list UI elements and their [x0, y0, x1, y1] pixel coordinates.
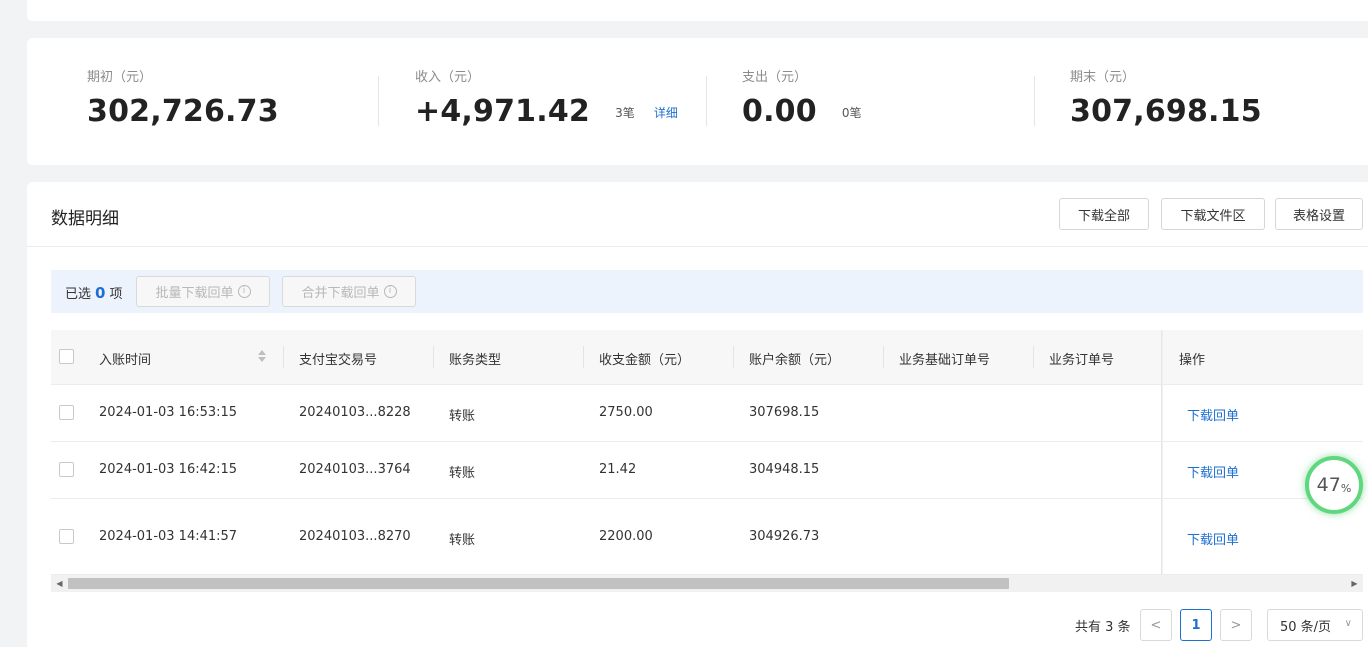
column-divider — [433, 346, 434, 368]
cell-trade-no: 20240103...8270 — [299, 529, 411, 544]
top-card — [27, 0, 1368, 21]
cell-trade-no: 20240103...3764 — [299, 462, 411, 477]
table-row: 2024-01-03 14:41:57 20240103...8270 转账 2… — [51, 499, 1363, 575]
selection-count: 0 — [95, 284, 106, 302]
closing-value: 307,698.15 — [1070, 94, 1262, 129]
cell-type: 转账 — [449, 409, 476, 424]
cell-balance: 307698.15 — [749, 405, 820, 420]
column-divider — [583, 346, 584, 368]
table-header: 入账时间 支付宝交易号 账务类型 收支金额（元） 账户余额（元） 业务基础订单号… — [51, 330, 1363, 385]
cell-amount: 21.42 — [599, 462, 637, 477]
cell-time: 2024-01-03 14:41:57 — [99, 529, 238, 544]
column-header-type: 账务类型 — [449, 353, 502, 368]
selection-bar: 已选 0 项 批量下载回单 i 合并下载回单 i — [51, 270, 1363, 313]
progress-value: 47 — [1316, 474, 1341, 496]
income-label: 收入（元） — [415, 70, 481, 85]
scroll-thumb[interactable] — [68, 578, 1009, 589]
download-receipt-link[interactable]: 下载回单 — [1187, 462, 1239, 481]
income-stat: 收入（元） +4,971.42 3笔 详细 — [415, 66, 678, 129]
total-count: 共有 3 条 — [1075, 620, 1131, 635]
chevron-left-icon: < — [1150, 617, 1162, 633]
divider — [378, 76, 379, 126]
table-settings-button[interactable]: 表格设置 — [1275, 198, 1363, 230]
prev-page-button[interactable]: < — [1140, 609, 1172, 641]
cell-time: 2024-01-03 16:53:15 — [99, 405, 238, 420]
progress-badge[interactable]: 47% — [1305, 456, 1363, 514]
batch-download-label: 批量下载回单 — [155, 286, 234, 301]
closing-label: 期末（元） — [1070, 70, 1136, 85]
summary-card: 期初（元） 302,726.73 收入（元） +4,971.42 3笔 详细 支… — [27, 38, 1368, 165]
opening-value: 302,726.73 — [87, 94, 279, 129]
column-divider — [283, 346, 284, 368]
download-all-button[interactable]: 下载全部 — [1059, 198, 1149, 230]
cell-balance: 304948.15 — [749, 462, 820, 477]
detail-card: 数据明细 下载全部 下载文件区 表格设置 已选 0 项 批量下载回单 i 合并下载回… — [27, 182, 1368, 647]
divider — [706, 76, 707, 126]
row-checkbox[interactable] — [59, 529, 74, 544]
progress-unit: % — [1340, 481, 1352, 495]
column-header-balance: 账户余额（元） — [749, 353, 841, 368]
detail-title: 数据明细 — [51, 209, 119, 229]
column-divider — [883, 346, 884, 368]
fixed-column-shadow — [1161, 330, 1163, 575]
scroll-left-icon[interactable]: ◀ — [51, 575, 68, 592]
next-page-button[interactable]: > — [1220, 609, 1252, 641]
page-size-select[interactable]: 50 条/页 ∨ — [1267, 609, 1363, 641]
row-checkbox[interactable] — [59, 405, 74, 420]
column-header-base-order: 业务基础订单号 — [899, 353, 991, 368]
expense-count: 0笔 — [841, 106, 862, 120]
info-icon: i — [237, 285, 251, 298]
cell-type: 转账 — [449, 533, 476, 548]
cell-type: 转账 — [449, 466, 476, 481]
table-row: 2024-01-03 16:53:15 20240103...8228 转账 2… — [51, 385, 1363, 442]
income-value: +4,971.42 — [415, 94, 590, 129]
column-divider — [1033, 346, 1034, 368]
merge-download-label: 合并下载回单 — [301, 286, 380, 301]
cell-amount: 2200.00 — [599, 529, 653, 544]
column-header-amount: 收支金额（元） — [599, 353, 691, 368]
column-header-trade-no: 支付宝交易号 — [299, 353, 378, 368]
cell-balance: 304926.73 — [749, 529, 820, 544]
opening-label: 期初（元） — [87, 70, 153, 85]
page-button-1[interactable]: 1 — [1180, 609, 1212, 641]
expense-value: 0.00 — [742, 94, 817, 129]
page-size-value: 50 条/页 — [1280, 619, 1332, 635]
cell-time: 2024-01-03 16:42:15 — [99, 462, 238, 477]
selection-text: 已选 0 项 — [65, 283, 122, 302]
closing-stat: 期末（元） 307,698.15 — [1070, 66, 1262, 129]
download-receipt-link[interactable]: 下载回单 — [1187, 405, 1239, 424]
horizontal-scrollbar[interactable]: ◀ ▶ — [51, 575, 1363, 592]
chevron-right-icon: > — [1230, 617, 1242, 633]
cell-amount: 2750.00 — [599, 405, 653, 420]
selection-prefix: 已选 — [65, 287, 92, 302]
info-icon: i — [383, 285, 397, 298]
row-checkbox[interactable] — [59, 462, 74, 477]
download-receipt-link[interactable]: 下载回单 — [1187, 529, 1239, 548]
expense-stat: 支出（元） 0.00 0笔 — [742, 66, 862, 129]
income-count: 3笔 — [615, 106, 635, 120]
merge-download-button[interactable]: 合并下载回单 i — [282, 276, 416, 307]
batch-download-button[interactable]: 批量下载回单 i — [136, 276, 270, 307]
download-files-button[interactable]: 下载文件区 — [1161, 198, 1265, 230]
column-header-order: 业务订单号 — [1049, 353, 1115, 368]
table-row: 2024-01-03 16:42:15 20240103...3764 转账 2… — [51, 442, 1363, 499]
scroll-right-icon[interactable]: ▶ — [1346, 575, 1363, 592]
opening-stat: 期初（元） 302,726.73 — [87, 66, 279, 129]
column-header-action: 操作 — [1179, 353, 1206, 368]
divider — [1034, 76, 1035, 126]
selection-suffix: 项 — [109, 287, 123, 302]
income-detail-link[interactable]: 详细 — [654, 104, 678, 121]
cell-trade-no: 20240103...8228 — [299, 405, 411, 420]
expense-label: 支出（元） — [742, 70, 808, 85]
sort-icon[interactable] — [258, 349, 266, 363]
column-header-time[interactable]: 入账时间 — [99, 349, 151, 368]
chevron-down-icon: ∨ — [1344, 618, 1352, 629]
divider — [27, 246, 1368, 247]
select-all-checkbox[interactable] — [59, 349, 74, 364]
column-divider — [733, 346, 734, 368]
